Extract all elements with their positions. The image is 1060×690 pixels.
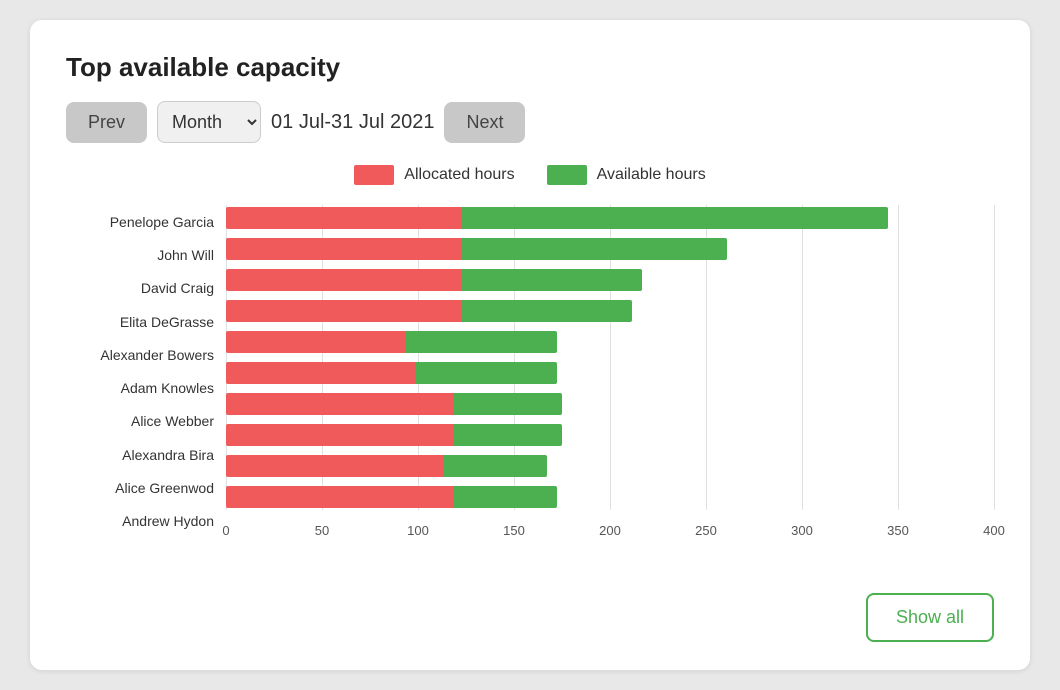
chart-legend: Allocated hours Available hours: [66, 165, 994, 185]
allocated-bar: [226, 362, 415, 384]
allocated-bar: [226, 300, 462, 322]
prev-button[interactable]: Prev: [66, 102, 147, 143]
available-bar: [406, 331, 557, 353]
y-label: Andrew Hydon: [66, 510, 214, 532]
page-title: Top available capacity: [66, 52, 994, 83]
period-select[interactable]: Month Week Quarter: [157, 101, 261, 143]
x-tick-label: 100: [407, 523, 429, 538]
legend-available-box: [547, 165, 587, 185]
chart-area: Penelope Garcia John Will David Craig Elita…: [66, 205, 994, 538]
main-card: Top available capacity Prev Month Week Q…: [30, 20, 1030, 670]
x-axis: 050100150200250300350400: [226, 514, 994, 538]
available-bar: [462, 238, 727, 260]
available-bar: [415, 362, 557, 384]
legend-available-label: Available hours: [597, 166, 706, 184]
table-row: [226, 360, 994, 386]
date-range-label: 01 Jul-31 Jul 2021: [271, 111, 434, 134]
table-row: [226, 205, 994, 231]
bars-and-grid: 050100150200250300350400: [226, 205, 994, 538]
allocated-bar: [226, 424, 453, 446]
allocated-bar: [226, 238, 462, 260]
available-bar: [443, 455, 547, 477]
x-tick-label: 350: [887, 523, 909, 538]
y-label: Alexander Bowers: [66, 344, 214, 366]
table-row: [226, 422, 994, 448]
legend-allocated-box: [354, 165, 394, 185]
legend-available: Available hours: [547, 165, 706, 185]
y-label: John Will: [66, 244, 214, 266]
available-bar: [462, 300, 632, 322]
legend-allocated-label: Allocated hours: [404, 166, 514, 184]
bars-container: [226, 205, 994, 510]
y-axis-labels: Penelope Garcia John Will David Craig Elita…: [66, 205, 226, 538]
y-label: Adam Knowles: [66, 377, 214, 399]
allocated-bar: [226, 486, 453, 508]
x-tick-label: 0: [222, 523, 229, 538]
allocated-bar: [226, 207, 462, 229]
x-tick-label: 250: [695, 523, 717, 538]
allocated-bar: [226, 393, 453, 415]
allocated-bar: [226, 455, 443, 477]
y-label: Penelope Garcia: [66, 211, 214, 233]
table-row: [226, 484, 994, 510]
table-row: [226, 391, 994, 417]
show-all-button[interactable]: Show all: [866, 593, 994, 642]
grid-line: [994, 205, 995, 510]
x-tick-label: 50: [315, 523, 329, 538]
allocated-bar: [226, 331, 406, 353]
available-bar: [453, 486, 557, 508]
available-bar: [453, 393, 563, 415]
x-tick-label: 300: [791, 523, 813, 538]
available-bar: [462, 269, 642, 291]
next-button[interactable]: Next: [444, 102, 525, 143]
y-label: David Craig: [66, 277, 214, 299]
x-tick-label: 200: [599, 523, 621, 538]
x-tick-label: 150: [503, 523, 525, 538]
y-label: Alice Webber: [66, 410, 214, 432]
table-row: [226, 329, 994, 355]
table-row: [226, 267, 994, 293]
y-label: Elita DeGrasse: [66, 311, 214, 333]
x-tick-label: 400: [983, 523, 1005, 538]
allocated-bar: [226, 269, 462, 291]
table-row: [226, 453, 994, 479]
table-row: [226, 236, 994, 262]
available-bar: [462, 207, 887, 229]
y-label: Alice Greenwod: [66, 477, 214, 499]
legend-allocated: Allocated hours: [354, 165, 514, 185]
y-label: Alexandra Bira: [66, 444, 214, 466]
available-bar: [453, 424, 563, 446]
controls-bar: Prev Month Week Quarter 01 Jul-31 Jul 20…: [66, 101, 994, 143]
table-row: [226, 298, 994, 324]
